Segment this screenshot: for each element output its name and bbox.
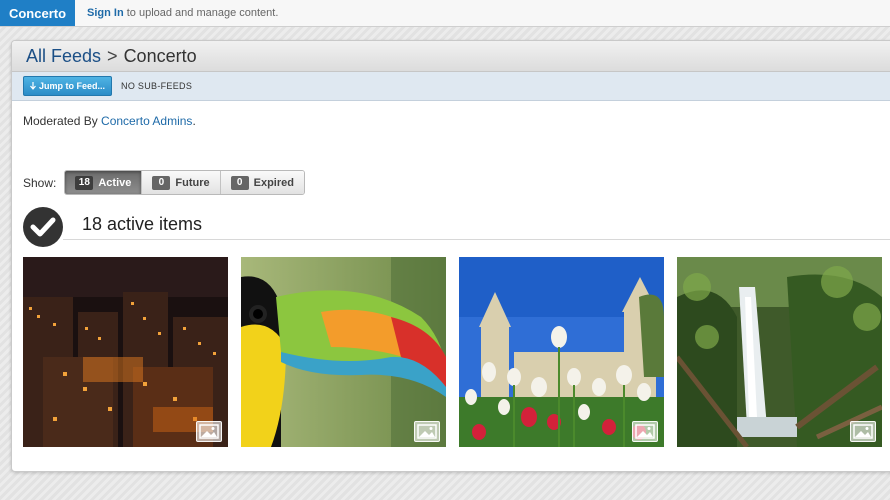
breadcrumb-separator: > <box>107 45 118 66</box>
moderated-by: Moderated By Concerto Admins. <box>23 114 196 128</box>
feed-subbar: Jump to Feed... NO SUB-FEEDS <box>12 72 890 101</box>
filter-row: Show: 18 Active 0 Future 0 Expired <box>23 170 305 195</box>
divider <box>63 239 890 240</box>
top-bar: Concerto Sign In to upload and manage co… <box>0 0 890 27</box>
moderated-suffix: . <box>192 114 196 128</box>
content-thumbnail-waterfall[interactable] <box>677 257 882 447</box>
jump-to-feed-button[interactable]: Jump to Feed... <box>23 76 113 96</box>
image-icon <box>196 421 222 442</box>
filter-active-label: Active <box>98 176 132 189</box>
subfeeds-status: NO SUB-FEEDS <box>121 81 193 91</box>
image-icon <box>850 421 876 442</box>
image-icon <box>414 421 440 442</box>
expired-count: 0 <box>230 175 249 190</box>
breadcrumb-all-feeds[interactable]: All Feeds <box>26 46 101 67</box>
filter-expired-button[interactable]: 0 Expired <box>220 171 304 194</box>
breadcrumb: All Feeds > Concerto <box>12 41 890 72</box>
future-count: 0 <box>152 175 171 190</box>
brand-logo[interactable]: Concerto <box>0 0 75 26</box>
breadcrumb-current: Concerto <box>123 45 197 66</box>
moderated-prefix: Moderated By <box>23 114 102 128</box>
signin-link[interactable]: Sign In <box>87 7 124 19</box>
checkmark-icon <box>23 207 63 247</box>
status-filter: 18 Active 0 Future 0 Expired <box>64 170 305 195</box>
signin-message: Sign In to upload and manage content. <box>87 7 278 19</box>
show-label: Show: <box>23 175 57 190</box>
content-thumbnail-city[interactable] <box>23 257 228 447</box>
content-thumbnail-tulips[interactable] <box>459 257 664 447</box>
content-grid <box>23 257 882 447</box>
signin-text: to upload and manage content. <box>123 7 279 19</box>
filter-future-label: Future <box>175 176 210 189</box>
feed-panel: All Feeds > Concerto Jump to Feed... NO … <box>11 40 890 472</box>
filter-expired-label: Expired <box>253 176 294 189</box>
items-title: 18 active items <box>82 214 203 234</box>
content-thumbnail-toucan[interactable] <box>241 257 446 447</box>
filter-future-button[interactable]: 0 Future <box>142 171 221 194</box>
jump-to-feed-label: Jump to Feed... <box>39 81 106 91</box>
moderators-link[interactable]: Concerto Admins <box>101 114 192 128</box>
items-header: 18 active items <box>23 207 890 247</box>
filter-active-button[interactable]: 18 Active <box>65 171 143 194</box>
image-icon <box>632 421 658 442</box>
arrow-down-icon <box>30 81 36 90</box>
active-count: 18 <box>75 175 94 190</box>
